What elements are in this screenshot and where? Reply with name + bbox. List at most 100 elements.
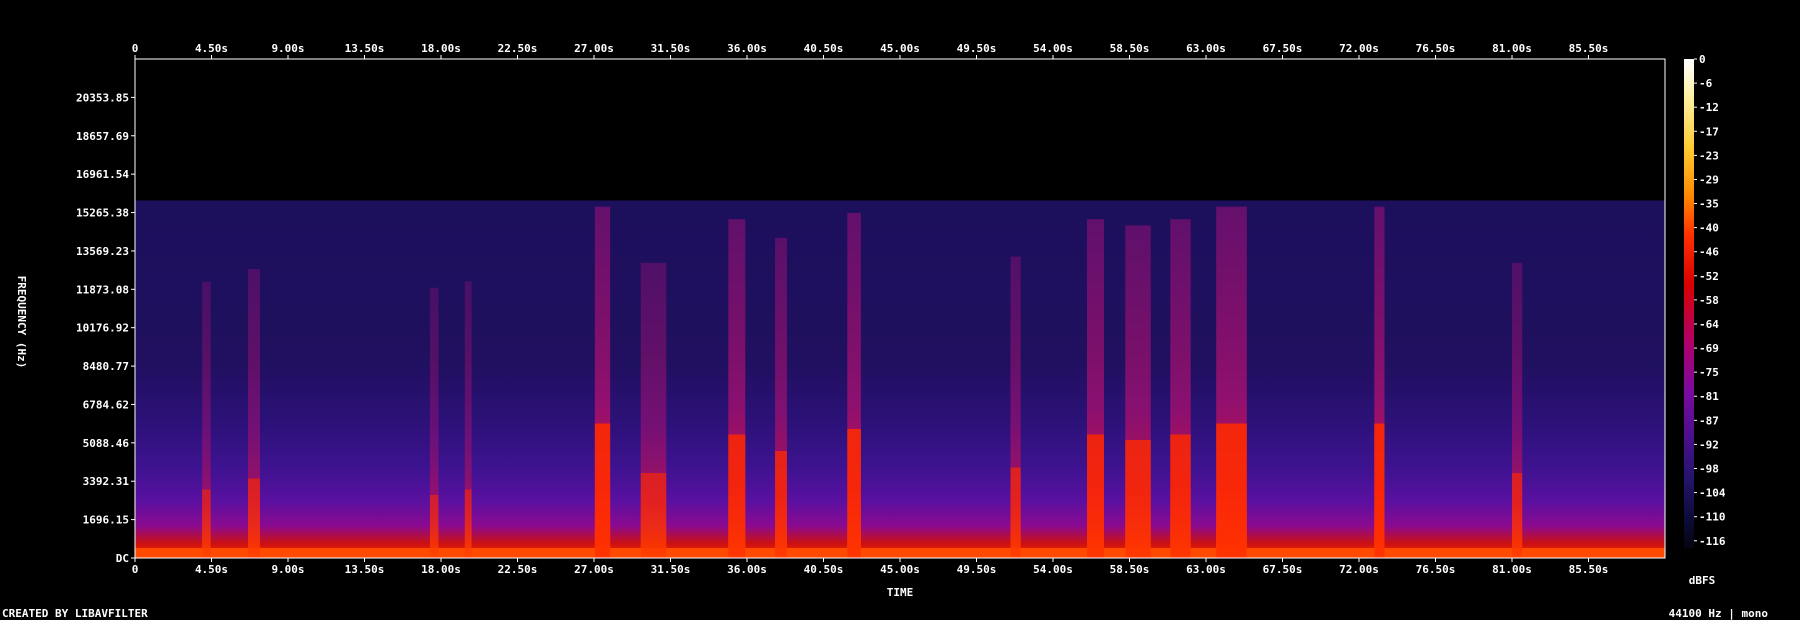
colorbar: 0 -6 -12 -17 -23 -29 -35 -40 -46 -52 -58 -64 -69 -75 -…: [1684, 53, 1726, 548]
colorbar-tick-label: -98: [1699, 463, 1719, 476]
x-tick-label: 49.50s: [957, 42, 997, 55]
spectrogram-plot: [134, 58, 1666, 559]
colorbar-tick-label: -29: [1699, 173, 1719, 186]
colorbar-tick-label: -64: [1699, 318, 1719, 331]
colorbar-tick-label: -69: [1699, 342, 1719, 355]
colorbar-tick-label: -23: [1699, 149, 1719, 162]
spectrogram-burst-core: [1512, 473, 1523, 558]
colorbar-tick-label: -35: [1699, 198, 1719, 211]
y-tick-label: 13569.23: [76, 245, 129, 258]
x-tick-label: 0: [132, 563, 139, 576]
y-tick-label: 5088.46: [83, 437, 130, 450]
spectrogram-burst-core: [202, 489, 211, 558]
x-axis-label: TIME: [887, 586, 914, 599]
spectrogram-burst-core: [1216, 423, 1247, 558]
spectrogram-burst-core: [640, 473, 667, 558]
x-tick-label: 67.50s: [1263, 563, 1303, 576]
spectrogram-burst-core: [1125, 440, 1151, 558]
x-tick-label: 18.00s: [421, 42, 461, 55]
y-tick-label: 16961.54: [76, 168, 129, 181]
spectrogram-burst-core: [1170, 434, 1191, 558]
x-tick-label: 72.00s: [1339, 563, 1379, 576]
x-tick-label: 31.50s: [651, 563, 691, 576]
colorbar-tick-label: -110: [1699, 511, 1726, 524]
lowfreq-energy-stripe: [135, 548, 1665, 558]
colorbar-tick-label: -75: [1699, 366, 1719, 379]
y-axis-label: FREQUENCY (Hz): [15, 276, 28, 369]
spectrogram-energy-band: [135, 200, 1665, 558]
colorbar-tick-label: -87: [1699, 414, 1719, 427]
y-tick-label: 20353.85: [76, 91, 129, 104]
spectrogram-burst-core: [1374, 423, 1385, 558]
x-tick-label: 58.50s: [1110, 563, 1150, 576]
colorbar-tick-label: -92: [1699, 438, 1719, 451]
x-tick-label: 36.00s: [727, 42, 767, 55]
x-tick-label: 54.00s: [1033, 42, 1073, 55]
x-tick-label: 13.50s: [345, 563, 385, 576]
colorbar-tick-label: -46: [1699, 246, 1719, 259]
x-tick-label: 9.00s: [271, 42, 304, 55]
colorbar-tick-label: -52: [1699, 270, 1719, 283]
colorbar-tick-label: -81: [1699, 390, 1719, 403]
x-tick-label: 31.50s: [651, 42, 691, 55]
spectrogram-burst-core: [775, 451, 787, 558]
spectrogram-burst-core: [1010, 467, 1021, 558]
spectrogram-burst-core: [847, 429, 861, 558]
colorbar-tick-label: -58: [1699, 294, 1719, 307]
spectrogram-burst-core: [248, 478, 260, 558]
x-tick-label: 13.50s: [345, 42, 385, 55]
colorbar-ticks: 0 -6 -12 -17 -23 -29 -35 -40 -46 -52 -58 -64 -69 -75 -…: [1694, 53, 1726, 548]
x-tick-label: 9.00s: [271, 563, 304, 576]
x-tick-label: 58.50s: [1110, 42, 1150, 55]
x-tick-label: 40.50s: [804, 563, 844, 576]
y-tick-label: 18657.69: [76, 130, 129, 143]
footer-sample-info: 44100 Hz | mono: [1669, 607, 1769, 620]
x-tick-label: 22.50s: [498, 42, 538, 55]
spectrogram-chart: 0 4.50s 9.00s 13.50s 18.00s 22.50s 27.00s 31.50…: [2, 42, 1769, 620]
x-tick-label: 81.00s: [1492, 42, 1532, 55]
x-ticks-bottom: 0 4.50s 9.00s 13.50s 18.00s 22.50s 27.00s 31.50…: [132, 558, 1609, 576]
y-tick-label: DC: [116, 552, 129, 565]
spectrogram-burst-core: [429, 495, 439, 558]
colorbar-tick-label: -12: [1699, 101, 1719, 114]
x-tick-label: 40.50s: [804, 42, 844, 55]
colorbar-tick-label: -17: [1699, 125, 1719, 138]
x-tick-label: 76.50s: [1416, 563, 1456, 576]
y-tick-label: 10176.92: [76, 322, 129, 335]
colorbar-tick-label: -6: [1699, 77, 1713, 90]
colorbar-gradient: [1684, 59, 1694, 548]
x-tick-label: 67.50s: [1263, 42, 1303, 55]
colorbar-tick-label: -104: [1699, 487, 1726, 500]
x-tick-label: 45.00s: [880, 563, 920, 576]
x-tick-label: 4.50s: [195, 42, 228, 55]
footer-credit: CREATED BY LIBAVFILTER: [2, 607, 148, 620]
colorbar-tick-label: 0: [1699, 53, 1706, 66]
x-tick-label: 85.50s: [1569, 563, 1609, 576]
spectrogram-burst-core: [464, 489, 472, 558]
x-ticks-top: 0 4.50s 9.00s 13.50s 18.00s 22.50s 27.00s 31.50…: [132, 42, 1609, 59]
y-tick-label: 15265.38: [76, 207, 129, 220]
x-tick-label: 22.50s: [498, 563, 538, 576]
y-tick-label: 6784.62: [83, 398, 129, 411]
spectrogram-burst-core: [594, 423, 611, 558]
y-tick-label: 1696.15: [83, 514, 129, 527]
x-tick-label: 76.50s: [1416, 42, 1456, 55]
y-tick-label: 3392.31: [83, 475, 130, 488]
x-tick-label: 36.00s: [727, 563, 767, 576]
colorbar-tick-label: -116: [1699, 535, 1726, 548]
colorbar-tick-label: -40: [1699, 222, 1719, 235]
x-tick-label: 45.00s: [880, 42, 920, 55]
x-tick-label: 81.00s: [1492, 563, 1532, 576]
y-tick-label: 8480.77: [83, 360, 129, 373]
x-tick-label: 0: [132, 42, 139, 55]
spectrogram-burst-core: [1087, 434, 1104, 558]
y-tick-label: 11873.08: [76, 283, 129, 296]
x-tick-label: 85.50s: [1569, 42, 1609, 55]
spectrogram-burst-core: [728, 434, 746, 558]
x-tick-label: 4.50s: [195, 563, 228, 576]
y-ticks: DC 1696.15 3392.31 5088.46 6784.62 8480.77 101…: [76, 91, 135, 565]
x-tick-label: 27.00s: [574, 42, 614, 55]
x-tick-label: 72.00s: [1339, 42, 1379, 55]
x-tick-label: 27.00s: [574, 563, 614, 576]
x-tick-label: 49.50s: [957, 563, 997, 576]
